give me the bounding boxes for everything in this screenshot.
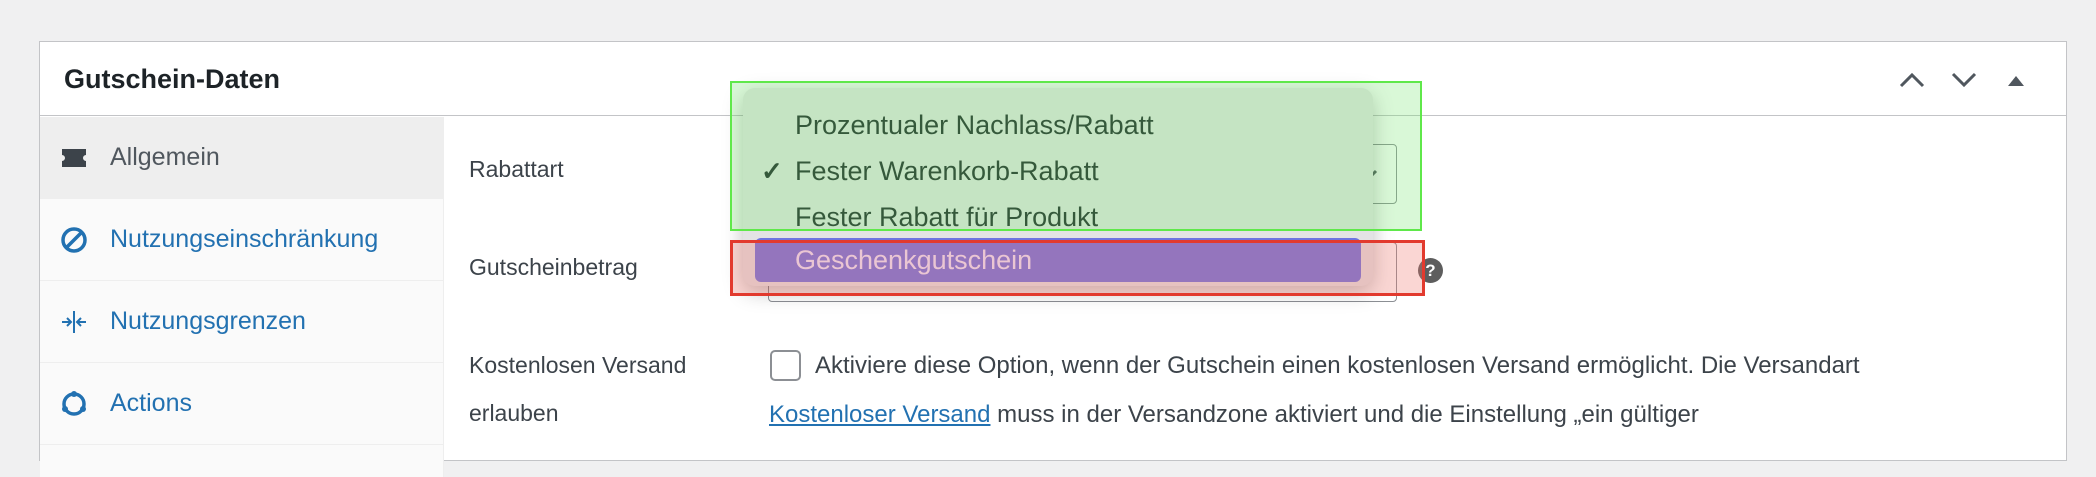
no-entry-icon bbox=[58, 224, 90, 256]
discount-type-label: Rabattart bbox=[469, 156, 564, 182]
coupon-tabs-sidebar: Allgemein Nutzungseinschränkung Nutzungs… bbox=[40, 117, 444, 477]
free-shipping-description: Aktiviere diese Option, wenn der Gutsche… bbox=[815, 352, 1860, 379]
panel-title: Gutschein-Daten bbox=[64, 64, 281, 94]
tab-usage-restriction[interactable]: Nutzungseinschränkung bbox=[40, 199, 444, 281]
free-shipping-label-line1: Kostenlosen Versand bbox=[469, 352, 687, 378]
free-shipping-description-rest: muss in der Versandzone aktiviert und di… bbox=[990, 401, 1699, 428]
free-shipping-method-link[interactable]: Kostenloser Versand bbox=[769, 401, 990, 428]
triangle-up-icon bbox=[2008, 76, 2024, 86]
free-shipping-label-line2: erlauben bbox=[469, 400, 559, 426]
toggle-panel-button[interactable] bbox=[1996, 60, 2036, 100]
tab-general-label: Allgemein bbox=[110, 143, 220, 171]
coupon-amount-label: Gutscheinbetrag bbox=[469, 254, 638, 280]
limits-icon bbox=[58, 306, 90, 338]
cycle-icon bbox=[58, 388, 90, 420]
annotation-box-green bbox=[730, 81, 1422, 231]
chevron-up-icon bbox=[1899, 72, 1925, 88]
tab-general[interactable]: Allgemein bbox=[40, 117, 444, 199]
annotation-box-red bbox=[730, 240, 1425, 296]
tab-usage-restriction-label: Nutzungseinschränkung bbox=[110, 225, 379, 253]
tab-usage-limits[interactable]: Nutzungsgrenzen bbox=[40, 281, 444, 363]
free-shipping-description-line2: Kostenloser Versand muss in der Versandz… bbox=[769, 401, 1699, 429]
move-down-button[interactable] bbox=[1944, 60, 1984, 100]
ticket-icon bbox=[58, 142, 90, 174]
tab-usage-limits-label: Nutzungsgrenzen bbox=[110, 307, 306, 335]
tab-actions-label: Actions bbox=[110, 389, 192, 417]
chevron-down-icon bbox=[1951, 72, 1977, 88]
tab-actions[interactable]: Actions bbox=[40, 363, 444, 445]
free-shipping-checkbox[interactable] bbox=[770, 350, 801, 381]
move-up-button[interactable] bbox=[1892, 60, 1932, 100]
